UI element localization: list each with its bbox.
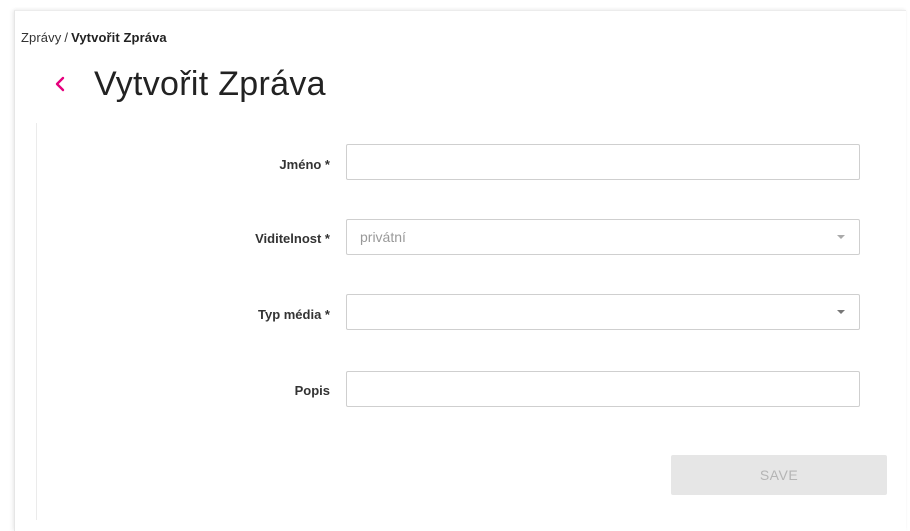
breadcrumb-current: Vytvořit Zpráva [71, 30, 167, 45]
chevron-down-icon [837, 310, 845, 314]
visibility-selected-value: privátní [360, 229, 406, 245]
description-input[interactable] [347, 372, 859, 406]
page-header: Vytvořit Zpráva [54, 62, 326, 106]
media-type-label: Typ média * [257, 307, 330, 322]
name-field[interactable] [346, 144, 860, 180]
description-field[interactable] [346, 371, 860, 407]
media-type-select[interactable] [346, 294, 860, 330]
breadcrumb-link-zpravy[interactable]: Zprávy [21, 30, 61, 45]
page-title: Vytvořit Zpráva [94, 64, 326, 103]
name-label: Jméno * [279, 157, 330, 172]
chevron-left-icon[interactable] [54, 73, 76, 95]
visibility-select[interactable]: privátní [346, 219, 860, 255]
name-input[interactable] [347, 145, 859, 179]
breadcrumb: Zprávy / Vytvořit Zpráva [21, 30, 167, 45]
save-button[interactable]: SAVE [671, 455, 887, 495]
visibility-label: Viditelnost * [255, 231, 330, 246]
breadcrumb-separator: / [64, 30, 69, 45]
description-label: Popis [294, 383, 330, 398]
chevron-down-icon [837, 235, 845, 239]
